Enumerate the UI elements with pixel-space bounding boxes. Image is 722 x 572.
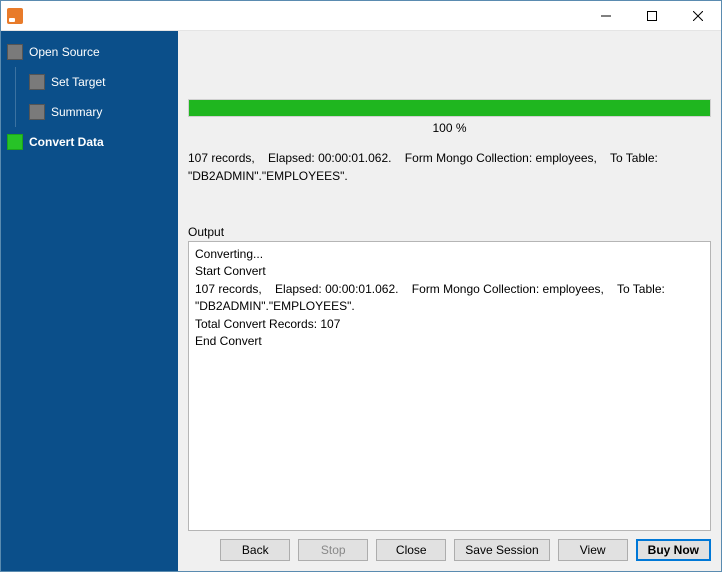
minimize-button[interactable] [583,1,629,31]
sidebar-item-label: Convert Data [29,135,104,149]
sidebar-item-convert-data[interactable]: Convert Data [1,127,178,157]
close-window-button[interactable] [675,1,721,31]
back-button[interactable]: Back [220,539,290,561]
body: Open Source Set Target Summary Convert D… [1,31,721,571]
sidebar-item-label: Set Target [51,75,105,89]
output-textarea[interactable]: Converting... Start Convert 107 records,… [188,241,711,531]
status-text: 107 records, Elapsed: 00:00:01.062. Form… [188,149,711,185]
progress-bar [188,99,711,117]
output-label: Output [188,225,711,239]
buy-now-button[interactable]: Buy Now [636,539,711,561]
app-icon [7,8,23,24]
maximize-button[interactable] [629,1,675,31]
button-row: Back Stop Close Save Session View Buy No… [188,539,711,565]
stop-button[interactable]: Stop [298,539,368,561]
titlebar [1,1,721,31]
step-box-icon [29,74,45,90]
save-session-button[interactable]: Save Session [454,539,549,561]
sidebar-item-label: Open Source [29,45,100,59]
sidebar-item-set-target[interactable]: Set Target [1,67,178,97]
tree-connector [15,97,16,127]
sidebar-item-label: Summary [51,105,102,119]
step-box-icon [29,104,45,120]
sidebar-item-open-source[interactable]: Open Source [1,37,178,67]
sidebar-item-summary[interactable]: Summary [1,97,178,127]
close-button[interactable]: Close [376,539,446,561]
step-box-icon [7,134,23,150]
sidebar: Open Source Set Target Summary Convert D… [1,31,178,571]
tree-connector [15,67,16,97]
progress-percent: 100 % [188,121,711,135]
step-box-icon [7,44,23,60]
progress-section: 100 % [188,99,711,135]
view-button[interactable]: View [558,539,628,561]
main-panel: 100 % 107 records, Elapsed: 00:00:01.062… [178,31,721,571]
